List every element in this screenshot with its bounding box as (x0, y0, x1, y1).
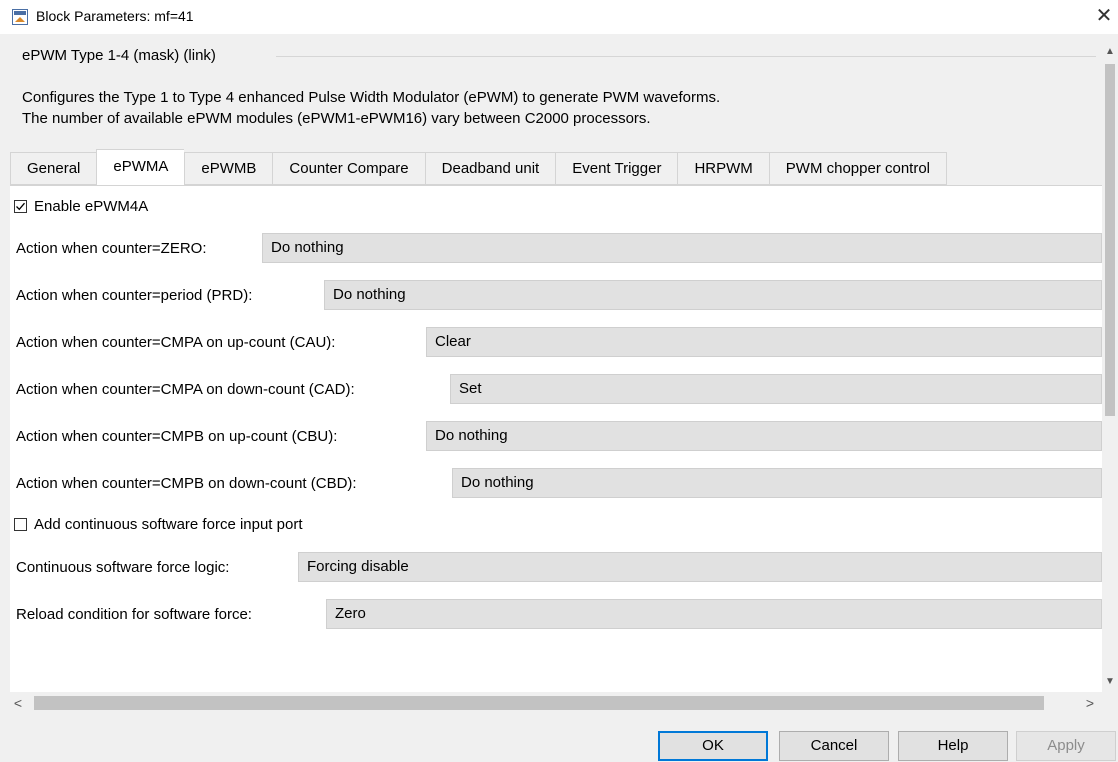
tab-bar: General ePWMA ePWMB Counter Compare Dead… (10, 149, 948, 185)
tab-epwmb[interactable]: ePWMB (184, 152, 273, 185)
cancel-button[interactable]: Cancel (779, 731, 889, 761)
scroll-down-icon[interactable]: ▼ (1102, 674, 1118, 690)
window-title: Block Parameters: mf=41 (36, 8, 194, 24)
cau-action-label: Action when counter=CMPA on up-count (CA… (16, 333, 336, 351)
tab-deadband-unit[interactable]: Deadband unit (424, 152, 556, 185)
prd-action-dropdown[interactable]: Do nothing (324, 280, 1102, 310)
tab-hrpwm[interactable]: HRPWM (677, 152, 769, 185)
cbd-action-label: Action when counter=CMPB on down-count (… (16, 474, 357, 492)
tab-general[interactable]: General (10, 152, 97, 185)
cbd-action-dropdown[interactable]: Do nothing (452, 468, 1102, 498)
software-force-port-label: Add continuous software force input port (34, 515, 303, 533)
reload-condition-label: Reload condition for software force: (16, 605, 252, 623)
title-bar: Block Parameters: mf=41 ✕ (0, 0, 1118, 34)
simulink-block-icon (12, 9, 28, 25)
prd-action-label: Action when counter=period (PRD): (16, 286, 253, 304)
force-logic-dropdown[interactable]: Forcing disable (298, 552, 1102, 582)
block-description: Configures the Type 1 to Type 4 enhanced… (22, 87, 720, 129)
horizontal-scroll-thumb[interactable] (34, 696, 1044, 710)
cbu-action-dropdown[interactable]: Do nothing (426, 421, 1102, 451)
apply-button[interactable]: Apply (1016, 731, 1116, 761)
zero-action-dropdown[interactable]: Do nothing (262, 233, 1102, 263)
tab-counter-compare[interactable]: Counter Compare (272, 152, 425, 185)
scroll-left-icon[interactable]: < (10, 694, 26, 712)
software-force-port-row[interactable]: Add continuous software force input port (14, 508, 303, 540)
reload-condition-dropdown[interactable]: Zero (326, 599, 1102, 629)
force-logic-label: Continuous software force logic: (16, 558, 230, 576)
tab-event-trigger[interactable]: Event Trigger (555, 152, 678, 185)
prd-action-row: Action when counter=period (PRD): (16, 279, 252, 311)
help-button[interactable]: Help (898, 731, 1008, 761)
cbd-action-row: Action when counter=CMPB on down-count (… (16, 467, 357, 499)
zero-action-label: Action when counter=ZERO: (16, 239, 207, 257)
enable-epwm4a-checkbox[interactable] (14, 199, 27, 213)
cau-action-row: Action when counter=CMPA on up-count (CA… (16, 326, 335, 358)
scroll-up-icon[interactable]: ▲ (1102, 44, 1118, 60)
cau-action-dropdown[interactable]: Clear (426, 327, 1102, 357)
force-logic-row: Continuous software force logic: (16, 551, 229, 583)
cbu-action-label: Action when counter=CMPB on up-count (CB… (16, 427, 338, 445)
group-legend: ePWM Type 1-4 (mask) (link) (20, 47, 218, 64)
cad-action-dropdown[interactable]: Set (450, 374, 1102, 404)
cad-action-label: Action when counter=CMPA on down-count (… (16, 380, 355, 398)
vertical-scrollbar[interactable]: ▲ ▼ (1102, 40, 1118, 692)
tab-pwm-chopper-control[interactable]: PWM chopper control (768, 152, 948, 185)
enable-epwm4a-row[interactable]: Enable ePWM4A (14, 190, 148, 222)
zero-action-row: Action when counter=ZERO: (16, 232, 207, 264)
vertical-scroll-thumb[interactable] (1105, 64, 1115, 416)
close-icon[interactable]: ✕ (1092, 4, 1116, 28)
cbu-action-row: Action when counter=CMPB on up-count (CB… (16, 420, 337, 452)
reload-condition-row: Reload condition for software force: (16, 598, 252, 630)
tab-content-panel: Enable ePWM4A Action when counter=ZERO: … (10, 185, 1102, 692)
description-line-2: The number of available ePWM modules (eP… (22, 110, 651, 127)
cad-action-row: Action when counter=CMPA on down-count (… (16, 373, 355, 405)
description-line-1: Configures the Type 1 to Type 4 enhanced… (22, 89, 721, 106)
tab-epwma[interactable]: ePWMA (96, 149, 185, 185)
ok-button[interactable]: OK (658, 731, 768, 761)
checkmark-icon (16, 202, 25, 210)
enable-epwm4a-label: Enable ePWM4A (34, 197, 149, 215)
scroll-right-icon[interactable]: > (1082, 694, 1098, 712)
software-force-port-checkbox[interactable] (14, 517, 27, 531)
horizontal-scrollbar[interactable]: < > (10, 692, 1102, 714)
group-divider (276, 56, 1096, 57)
